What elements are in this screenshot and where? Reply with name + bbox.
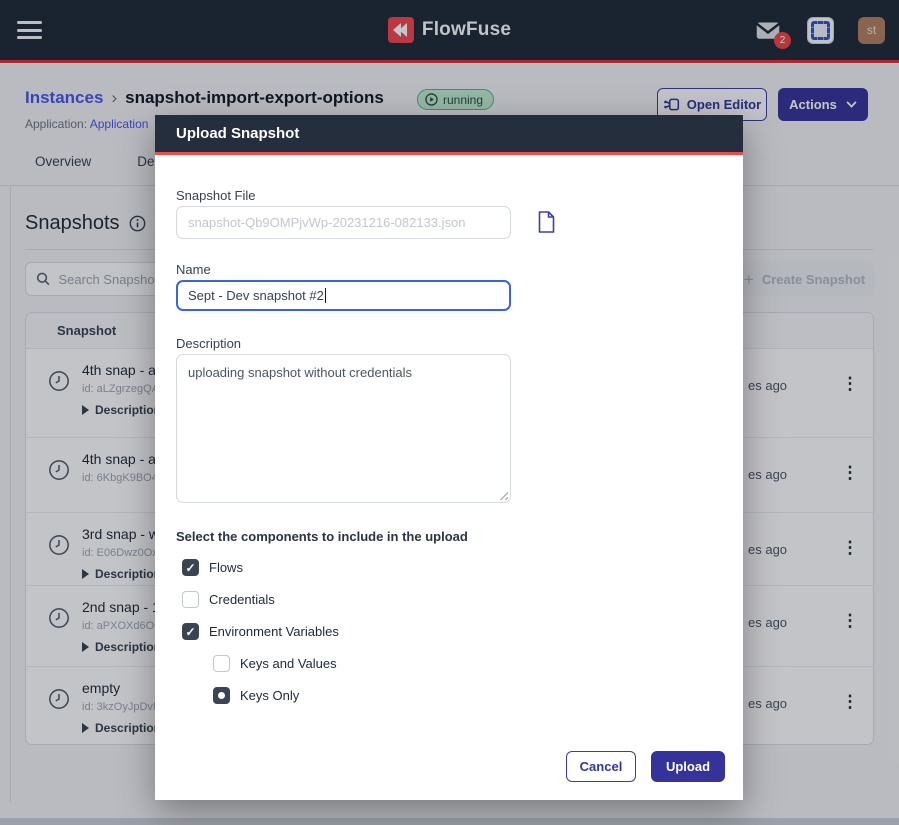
text-cursor: [325, 288, 326, 303]
radio-checked-icon: [213, 687, 230, 704]
checkbox-environment-variables[interactable]: ✓ Environment Variables: [182, 623, 339, 640]
app-window: FlowFuse 2 st Instances › snapshot-impor…: [0, 0, 899, 825]
modal-title: Upload Snapshot: [176, 125, 299, 142]
modal-header: Upload Snapshot: [155, 115, 743, 155]
cancel-button[interactable]: Cancel: [566, 751, 636, 782]
radio-keys-only[interactable]: Keys Only: [213, 687, 299, 704]
upload-snapshot-modal: Upload Snapshot Snapshot File Name Sept …: [155, 115, 743, 800]
name-input[interactable]: Sept - Dev snapshot #2: [176, 280, 511, 311]
name-label: Name: [176, 262, 211, 277]
file-document-icon[interactable]: [536, 210, 557, 239]
snapshot-file-label: Snapshot File: [176, 188, 256, 203]
radio-keys-and-values[interactable]: Keys and Values: [213, 655, 337, 672]
checkbox-checked-icon: ✓: [182, 559, 199, 576]
upload-button[interactable]: Upload: [651, 751, 725, 782]
radio-unchecked-icon: [213, 655, 230, 672]
components-section-label: Select the components to include in the …: [176, 529, 468, 544]
description-label: Description: [176, 336, 241, 351]
checkbox-checked-icon: ✓: [182, 623, 199, 640]
name-input-value: Sept - Dev snapshot #2: [188, 288, 324, 303]
checkbox-unchecked-icon: [182, 591, 199, 608]
description-textarea[interactable]: uploading snapshot without credentials: [176, 354, 511, 503]
checkbox-flows[interactable]: ✓ Flows: [182, 559, 243, 576]
checkbox-credentials[interactable]: Credentials: [182, 591, 275, 608]
snapshot-file-input[interactable]: [176, 206, 511, 239]
